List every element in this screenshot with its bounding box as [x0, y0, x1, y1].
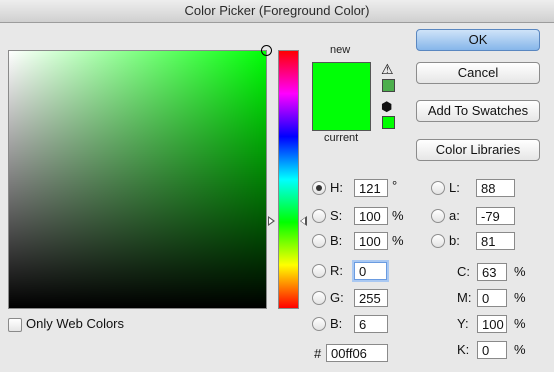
green-input[interactable]: 255 [354, 289, 388, 307]
brightness-input[interactable]: 100 [354, 232, 388, 250]
hue-input[interactable]: 121 [354, 179, 388, 197]
hue-radio[interactable] [312, 181, 326, 195]
green-radio[interactable] [312, 291, 326, 305]
cube-icon[interactable]: ⬢ [381, 100, 392, 113]
red-label: R: [330, 263, 343, 278]
new-color-swatch [312, 62, 371, 131]
saturation-input[interactable]: 100 [354, 207, 388, 225]
magenta-label: M: [457, 290, 472, 305]
only-web-colors-label: Only Web Colors [26, 316, 125, 331]
add-to-swatches-button[interactable]: Add To Swatches [416, 100, 540, 122]
yellow-label: Y: [457, 316, 469, 331]
new-color-label: new [330, 44, 351, 56]
color-field-marker[interactable] [261, 45, 272, 56]
blue-label: B: [330, 316, 343, 331]
red-input[interactable]: 0 [354, 262, 387, 280]
yellow-input[interactable]: 100 [477, 315, 507, 333]
blue-input[interactable]: 6 [354, 315, 388, 333]
warning-triangle-icon[interactable]: ⚠ [381, 62, 394, 76]
hex-label: # [314, 346, 322, 361]
hex-input[interactable]: 00ff06 [326, 344, 388, 362]
lab-l-radio[interactable] [431, 181, 445, 195]
magenta-input[interactable]: 0 [477, 289, 507, 307]
only-web-colors-checkbox[interactable] [8, 318, 22, 332]
lab-a-radio[interactable] [431, 209, 445, 223]
saturation-label: S: [330, 208, 343, 223]
brightness-unit: % [392, 233, 404, 248]
green-label: G: [330, 290, 344, 305]
black-unit: % [514, 342, 526, 357]
blue-radio[interactable] [312, 317, 326, 331]
cyan-unit: % [514, 264, 526, 279]
lab-a-input[interactable]: -79 [476, 207, 515, 225]
red-radio[interactable] [312, 264, 326, 278]
black-input[interactable]: 0 [477, 341, 507, 359]
lab-a-label: a: [449, 208, 460, 223]
cancel-button[interactable]: Cancel [416, 62, 540, 84]
color-field[interactable] [8, 45, 272, 309]
lab-l-label: L: [449, 180, 460, 195]
current-color-label: current [324, 132, 359, 144]
color-libraries-button[interactable]: Color Libraries [416, 139, 540, 161]
ok-button[interactable]: OK [416, 29, 540, 51]
window-title: Color Picker (Foreground Color) [0, 0, 554, 23]
lab-l-input[interactable]: 88 [476, 179, 515, 197]
cyan-input[interactable]: 63 [477, 263, 507, 281]
saturation-unit: % [392, 208, 404, 223]
websafe-warning-swatch[interactable] [382, 116, 395, 129]
cyan-label: C: [457, 264, 470, 279]
lab-b-input[interactable]: 81 [476, 232, 515, 250]
magenta-unit: % [514, 290, 526, 305]
hue-unit: ° [392, 178, 398, 193]
gamut-warning-swatch[interactable] [382, 79, 395, 92]
hue-slider-right-handle[interactable] [300, 216, 307, 226]
lab-b-label: b: [449, 233, 460, 248]
lab-b-radio[interactable] [431, 234, 445, 248]
yellow-unit: % [514, 316, 526, 331]
saturation-radio[interactable] [312, 209, 326, 223]
hue-slider[interactable] [278, 50, 299, 309]
brightness-label: B: [330, 233, 343, 248]
brightness-radio[interactable] [312, 234, 326, 248]
hue-slider-left-handle[interactable] [268, 216, 275, 226]
hue-label: H: [330, 180, 343, 195]
black-label: K: [457, 342, 470, 357]
